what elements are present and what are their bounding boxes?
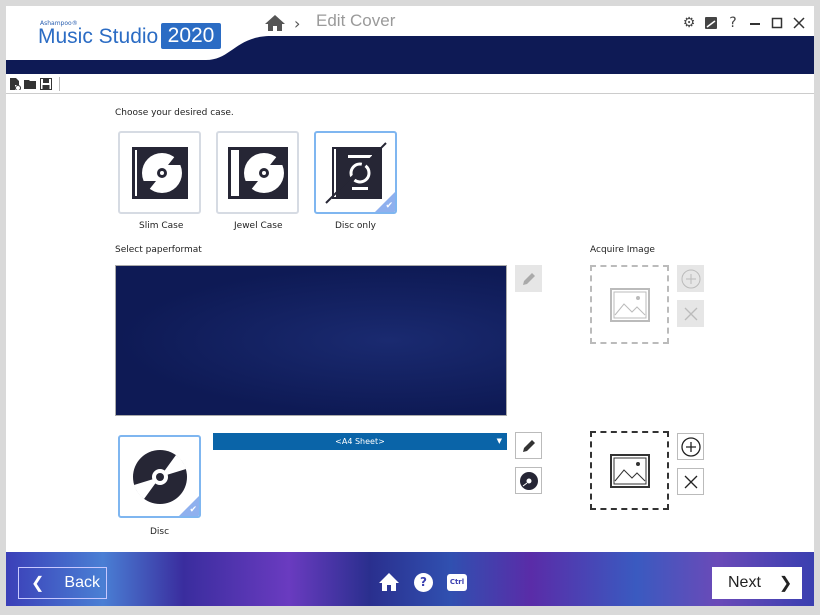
help-button[interactable]: ? [414,572,433,592]
home-icon[interactable] [378,572,400,592]
plus-circle-icon [681,269,700,288]
slim-case-icon [131,146,188,199]
cover-preview [115,265,507,416]
checkmark-icon: ✔ [189,505,197,515]
x-icon [684,475,697,488]
minimize-icon[interactable] [744,14,766,32]
toolbar-divider [59,76,60,91]
checkmark-icon: ✔ [385,201,393,211]
next-button[interactable]: Next ❯ [712,567,802,599]
header: Ashampoo® Music Studio 2020 › Edit Cover… [6,6,814,74]
image-icon [609,287,650,322]
app-title: Music Studio [38,25,159,48]
case-label: Disc only [335,221,376,231]
pencil-icon [522,272,535,285]
settings-icon[interactable]: ⚙ [678,14,700,32]
paper-format-select[interactable]: <A4 Sheet> ▼ [213,433,507,450]
chevron-right-icon: ❯ [778,575,793,592]
footer-tools: ? Ctrl [378,572,467,592]
case-option-slim[interactable] [118,131,201,214]
footer-bar: ❮ Back ? Ctrl Next ❯ [6,552,814,606]
window-controls: ⚙ ? [678,14,810,32]
case-label: Jewel Case [234,221,283,231]
skin-icon[interactable] [700,14,722,32]
disc-print-button[interactable] [515,467,542,494]
app-year-badge: 2020 [161,23,221,49]
x-icon [684,307,697,320]
disc-option[interactable]: ✔ [118,435,201,518]
paperformat-label: Select paperformat [115,245,202,255]
edit-cover-button[interactable] [515,265,542,292]
back-label: Back [64,574,100,591]
back-button[interactable]: ❮ Back [18,567,107,599]
remove-image-button-disabled[interactable] [677,300,704,327]
case-option-disc-only[interactable]: ✔ [314,131,397,214]
next-label: Next [728,574,761,591]
plus-circle-icon [680,436,701,457]
new-project-icon[interactable] [9,77,21,90]
case-prompt: Choose your desired case. [115,108,234,118]
image-drop-area-disabled [590,265,669,344]
add-image-button-disabled[interactable] [677,265,704,292]
image-drop-area[interactable] [590,431,669,510]
disc-icon [519,471,538,490]
add-image-button[interactable] [677,433,704,460]
save-icon[interactable] [40,77,52,90]
chevron-left-icon: ❮ [31,575,45,592]
jewel-case-icon [227,146,288,199]
breadcrumb-separator: › [294,14,301,33]
toolbar [6,74,814,94]
paper-format-value: <A4 Sheet> [335,437,385,446]
chevron-down-icon: ▼ [496,437,502,445]
disc-label: Disc [150,527,170,537]
help-icon[interactable]: ? [722,14,744,32]
case-label: Slim Case [139,221,184,231]
remove-image-button[interactable] [677,468,704,495]
acquire-image-label: Acquire Image [590,245,655,255]
app-window: Ashampoo® Music Studio 2020 › Edit Cover… [6,6,814,606]
maximize-icon[interactable] [766,14,788,32]
case-option-jewel[interactable] [216,131,299,214]
open-folder-icon[interactable] [24,78,37,90]
home-icon[interactable] [264,14,286,32]
page-title: Edit Cover [316,11,396,30]
image-icon [609,453,650,488]
close-icon[interactable] [788,14,810,32]
pencil-icon [522,439,535,452]
edit-disc-button[interactable] [515,432,542,459]
keyboard-shortcuts-button[interactable]: Ctrl [447,573,467,591]
